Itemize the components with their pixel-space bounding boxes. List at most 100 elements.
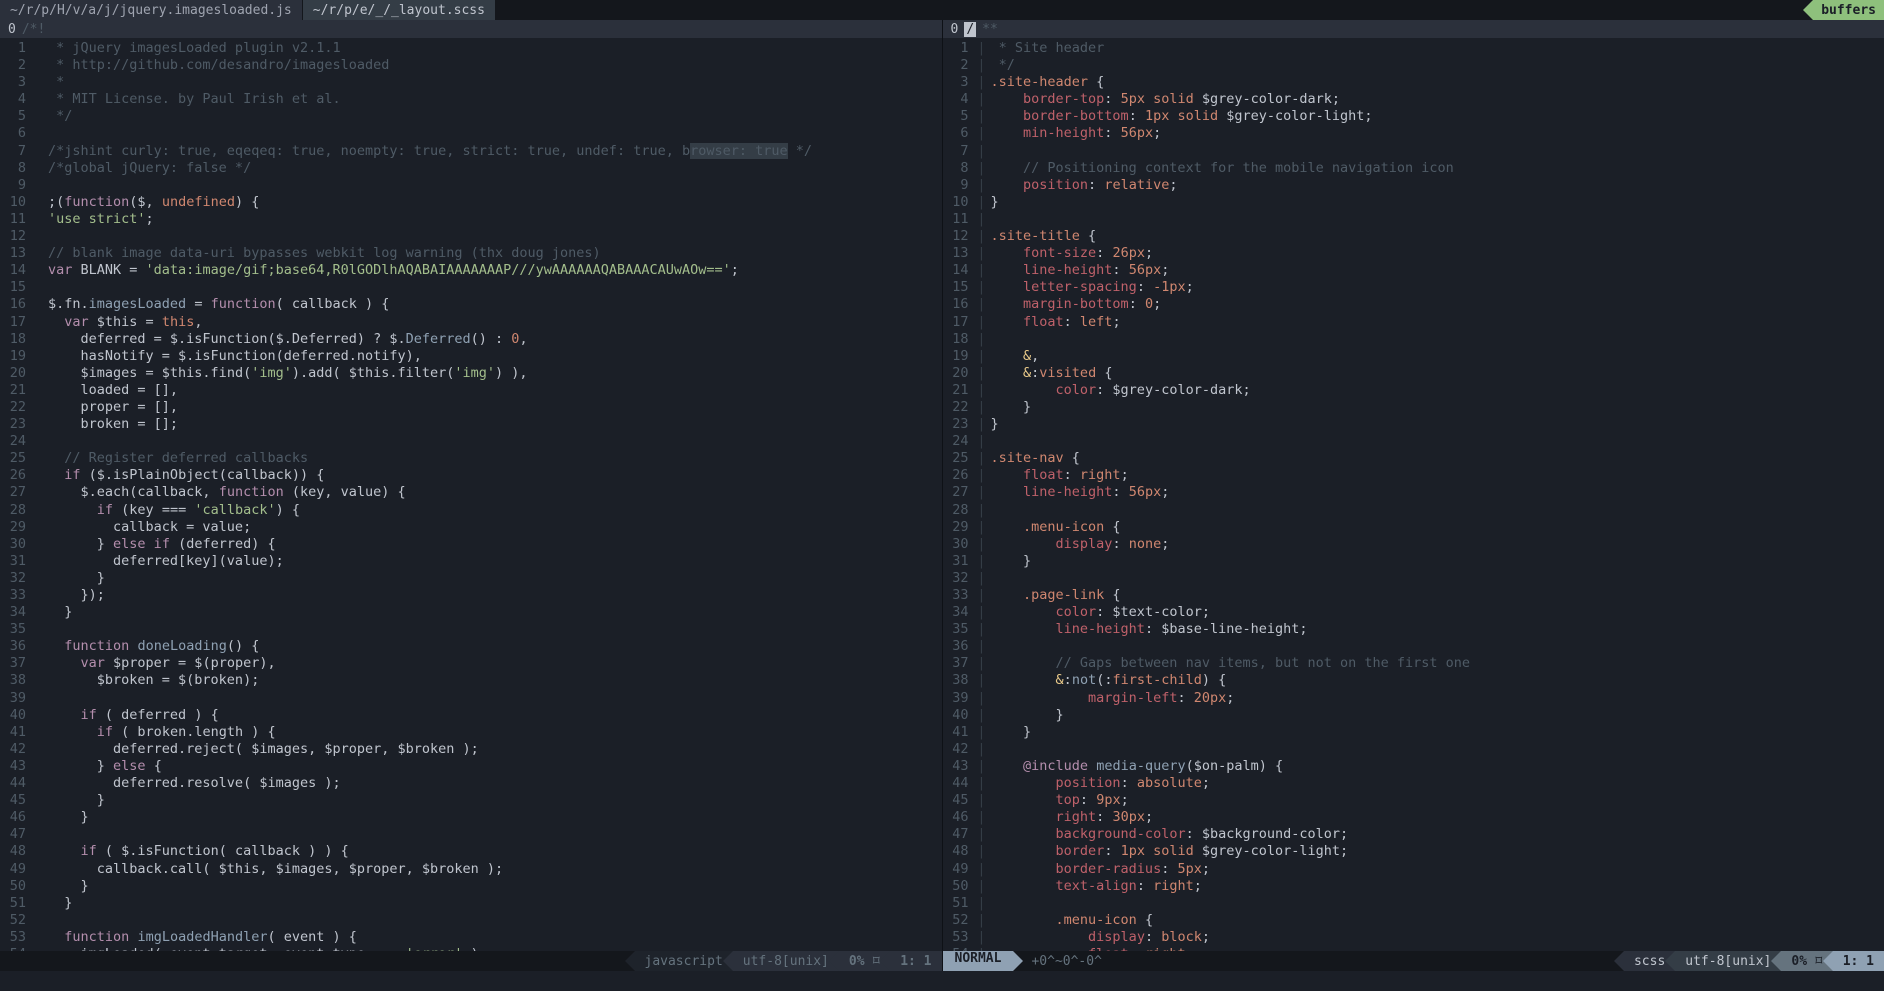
code-line[interactable]: 42 deferred.reject( $images, $proper, $b… [0,741,942,758]
buffers-indicator[interactable]: buffers [1813,0,1884,20]
code-line[interactable]: 2| */ [943,57,1884,74]
code-line[interactable]: 13// blank image data-uri bypasses webki… [0,245,942,262]
code-line[interactable]: 23 broken = []; [0,416,942,433]
code-line[interactable]: 2 * http://github.com/desandro/imagesloa… [0,57,942,74]
code-line[interactable]: 8| // Positioning context for the mobile… [943,160,1884,177]
code-line[interactable]: 36 function doneLoading() { [0,638,942,655]
code-line[interactable]: 29 callback = value; [0,519,942,536]
code-line[interactable]: 49| border-radius: 5px; [943,861,1884,878]
code-line[interactable]: 44 deferred.resolve( $images ); [0,775,942,792]
code-line[interactable]: 39| margin-left: 20px; [943,690,1884,707]
code-line[interactable]: 45 } [0,792,942,809]
code-line[interactable]: 35| line-height: $base-line-height; [943,621,1884,638]
code-line[interactable]: 50| text-align: right; [943,878,1884,895]
code-line[interactable]: 9| position: relative; [943,177,1884,194]
code-line[interactable]: 27 $.each(callback, function (key, value… [0,484,942,501]
code-area-right[interactable]: 1| * Site header2| */3|.site-header {4| … [943,38,1884,951]
code-line[interactable]: 19| &, [943,348,1884,365]
code-line[interactable]: 31| } [943,553,1884,570]
code-line[interactable]: 5| border-bottom: 1px solid $grey-color-… [943,108,1884,125]
code-line[interactable]: 21 loaded = [], [0,382,942,399]
code-line[interactable]: 13| font-size: 26px; [943,245,1884,262]
code-line[interactable]: 15 [0,279,942,296]
code-line[interactable]: 48| border: 1px solid $grey-color-light; [943,843,1884,860]
buffer-tab-scss[interactable]: ~/r/p/e/_/_layout.scss [303,0,496,20]
code-line[interactable]: 6 [0,125,942,142]
code-line[interactable]: 34 } [0,604,942,621]
code-line[interactable]: 38| &:not(:first-child) { [943,672,1884,689]
code-line[interactable]: 50 } [0,878,942,895]
code-line[interactable]: 12|.site-title { [943,228,1884,245]
code-line[interactable]: 42| [943,741,1884,758]
code-area-left[interactable]: 1 * jQuery imagesLoaded plugin v2.1.12 *… [0,38,942,951]
code-line[interactable]: 26 if ($.isPlainObject(callback)) { [0,467,942,484]
code-line[interactable]: 8/*global jQuery: false */ [0,160,942,177]
code-line[interactable]: 3 * [0,74,942,91]
code-line[interactable]: 18 deferred = $.isFunction($.Deferred) ?… [0,331,942,348]
code-line[interactable]: 36| [943,638,1884,655]
code-line[interactable]: 21| color: $grey-color-dark; [943,382,1884,399]
code-line[interactable]: 31 deferred[key](value); [0,553,942,570]
code-line[interactable]: 47| background-color: $background-color; [943,826,1884,843]
code-line[interactable]: 33 }); [0,587,942,604]
code-line[interactable]: 46 } [0,809,942,826]
code-line[interactable]: 12 [0,228,942,245]
code-line[interactable]: 30 } else if (deferred) { [0,536,942,553]
code-line[interactable]: 34| color: $text-color; [943,604,1884,621]
code-line[interactable]: 48 if ( $.isFunction( callback ) ) { [0,843,942,860]
code-line[interactable]: 25 // Register deferred callbacks [0,450,942,467]
code-line[interactable]: 20 $images = $this.find('img').add( $thi… [0,365,942,382]
code-line[interactable]: 53 function imgLoadedHandler( event ) { [0,929,942,946]
code-line[interactable]: 44| position: absolute; [943,775,1884,792]
code-line[interactable]: 38 $broken = $(broken); [0,672,942,689]
code-line[interactable]: 45| top: 9px; [943,792,1884,809]
code-line[interactable]: 1| * Site header [943,40,1884,57]
buffer-tab-js[interactable]: ~/r/p/H/v/a/j/jquery.imagesloaded.js [0,0,303,20]
code-line[interactable]: 52| .menu-icon { [943,912,1884,929]
code-line[interactable]: 11'use strict'; [0,211,942,228]
code-line[interactable]: 4 * MIT License. by Paul Irish et al. [0,91,942,108]
code-line[interactable]: 10;(function($, undefined) { [0,194,942,211]
code-line[interactable]: 18| [943,331,1884,348]
code-line[interactable]: 53| display: block; [943,929,1884,946]
code-line[interactable]: 17 var $this = this, [0,314,942,331]
code-line[interactable]: 3|.site-header { [943,74,1884,91]
code-line[interactable]: 33| .page-link { [943,587,1884,604]
code-line[interactable]: 14| line-height: 56px; [943,262,1884,279]
code-line[interactable]: 6| min-height: 56px; [943,125,1884,142]
code-line[interactable]: 32 } [0,570,942,587]
code-line[interactable]: 1 * jQuery imagesLoaded plugin v2.1.1 [0,40,942,57]
code-line[interactable]: 26| float: right; [943,467,1884,484]
code-line[interactable]: 40| } [943,707,1884,724]
code-line[interactable]: 39 [0,690,942,707]
code-line[interactable]: 43| @include media-query($on-palm) { [943,758,1884,775]
code-line[interactable]: 37| // Gaps between nav items, but not o… [943,655,1884,672]
code-line[interactable]: 20| &:visited { [943,365,1884,382]
code-line[interactable]: 24| [943,433,1884,450]
code-line[interactable]: 30| display: none; [943,536,1884,553]
code-line[interactable]: 16$.fn.imagesLoaded = function( callback… [0,296,942,313]
code-line[interactable]: 49 callback.call( $this, $images, $prope… [0,861,942,878]
code-line[interactable]: 41 if ( broken.length ) { [0,724,942,741]
code-line[interactable]: 41| } [943,724,1884,741]
code-line[interactable]: 5 */ [0,108,942,125]
code-line[interactable]: 25|.site-nav { [943,450,1884,467]
code-line[interactable]: 10|} [943,194,1884,211]
code-line[interactable]: 46| right: 30px; [943,809,1884,826]
code-line[interactable]: 52 [0,912,942,929]
code-line[interactable]: 22 proper = [], [0,399,942,416]
code-line[interactable]: 28 if (key === 'callback') { [0,502,942,519]
code-line[interactable]: 35 [0,621,942,638]
code-line[interactable]: 9 [0,177,942,194]
code-line[interactable]: 16| margin-bottom: 0; [943,296,1884,313]
code-line[interactable]: 51| [943,895,1884,912]
code-line[interactable]: 40 if ( deferred ) { [0,707,942,724]
code-line[interactable]: 43 } else { [0,758,942,775]
code-line[interactable]: 32| [943,570,1884,587]
code-line[interactable]: 19 hasNotify = $.isFunction(deferred.not… [0,348,942,365]
code-line[interactable]: 51 } [0,895,942,912]
code-line[interactable]: 29| .menu-icon { [943,519,1884,536]
code-line[interactable]: 27| line-height: 56px; [943,484,1884,501]
code-line[interactable]: 7| [943,143,1884,160]
code-line[interactable]: 22| } [943,399,1884,416]
